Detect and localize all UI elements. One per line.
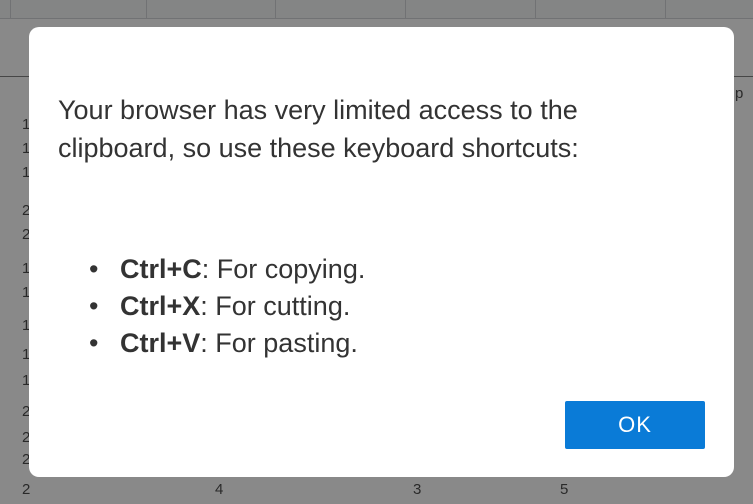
- shortcut-list: • Ctrl+C: For copying. • Ctrl+X: For cutti…: [87, 251, 365, 362]
- bullet-icon: •: [89, 291, 99, 321]
- shortcut-item-copy: • Ctrl+C: For copying.: [87, 251, 365, 288]
- clipboard-dialog: Your browser has very limited access to …: [29, 27, 734, 477]
- shortcut-description: : For cutting.: [200, 291, 351, 321]
- dialog-message: Your browser has very limited access to …: [58, 95, 579, 163]
- shortcut-key: Ctrl+C: [120, 254, 202, 284]
- shortcut-item-paste: • Ctrl+V: For pasting.: [87, 325, 365, 362]
- bullet-icon: •: [89, 328, 99, 358]
- app-window: p 1 1 1 2 2 1 1 1 1 1 2 2 2 2 4 3 5 Your…: [0, 0, 753, 504]
- shortcut-description: : For pasting.: [200, 328, 358, 358]
- shortcut-item-cut: • Ctrl+X: For cutting.: [87, 288, 365, 325]
- shortcut-key: Ctrl+X: [120, 291, 201, 321]
- bullet-icon: •: [89, 254, 99, 284]
- ok-button[interactable]: OK: [565, 401, 705, 449]
- shortcut-description: : For copying.: [201, 254, 366, 284]
- shortcut-key: Ctrl+V: [120, 328, 201, 358]
